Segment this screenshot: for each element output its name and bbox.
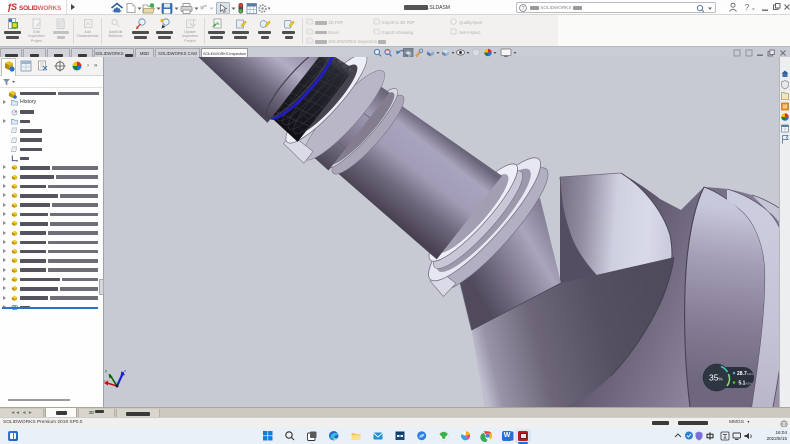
svg-text:x: x <box>104 378 105 383</box>
svg-text:?: ? <box>522 6 525 12</box>
svg-text:y: y <box>105 368 107 373</box>
svg-text:z: z <box>124 368 126 373</box>
svg-text:?: ? <box>745 3 750 12</box>
